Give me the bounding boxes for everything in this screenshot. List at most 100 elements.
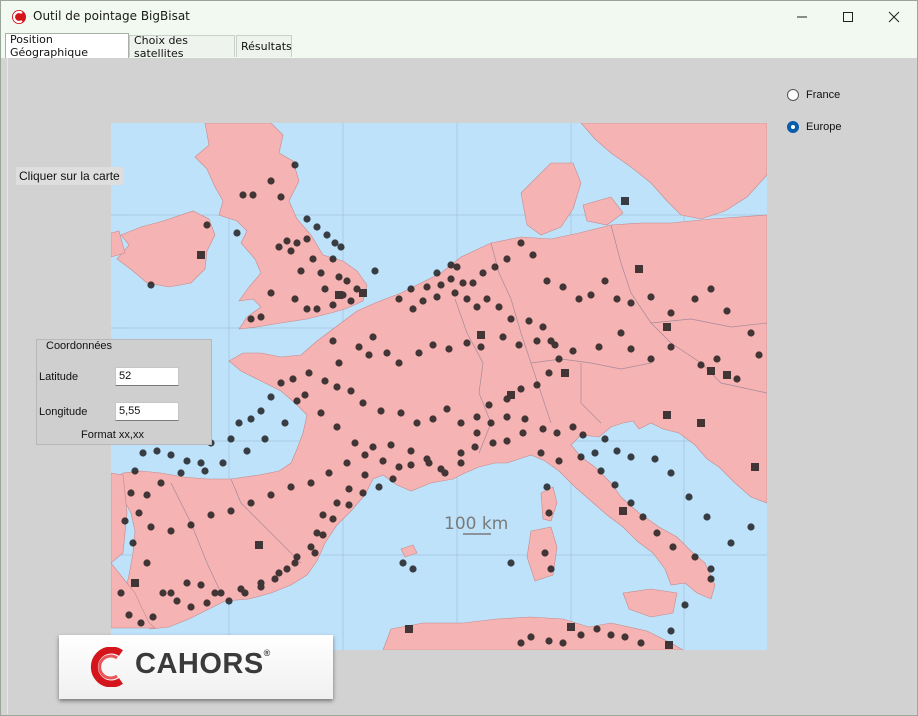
map-marker-dot[interactable] (637, 639, 645, 647)
map-marker-dot[interactable] (503, 413, 511, 421)
map-marker-dot[interactable] (575, 295, 583, 303)
map-marker-dot[interactable] (267, 289, 275, 297)
map-marker-dot[interactable] (167, 589, 175, 597)
map-marker-dot[interactable] (395, 295, 403, 303)
map-marker-dot[interactable] (525, 317, 533, 325)
radio-europe-indicator[interactable] (787, 121, 799, 133)
map-marker-dot[interactable] (277, 193, 285, 201)
map-marker-dot[interactable] (307, 543, 315, 551)
map-marker-dot[interactable] (473, 413, 481, 421)
map-marker-dot[interactable] (707, 565, 715, 573)
map-marker-dot[interactable] (555, 355, 563, 363)
map-marker-dot[interactable] (597, 467, 605, 475)
map-marker-dot[interactable] (247, 499, 255, 507)
map-marker-dot[interactable] (627, 299, 635, 307)
map-marker-dot[interactable] (627, 499, 635, 507)
map-marker-dot[interactable] (545, 369, 553, 377)
map-marker-dot[interactable] (311, 549, 319, 557)
map-marker-dot[interactable] (347, 387, 355, 395)
longitude-field[interactable]: 5,55 (115, 402, 179, 421)
map-marker-dot[interactable] (359, 489, 367, 497)
map-marker-dot[interactable] (425, 459, 433, 467)
map-marker-dot[interactable] (489, 439, 497, 447)
map-marker-dot[interactable] (371, 267, 379, 275)
map-marker-dot[interactable] (247, 315, 255, 323)
map-marker-dot[interactable] (441, 469, 449, 477)
map-marker-dot[interactable] (545, 509, 553, 517)
map-marker-dot[interactable] (337, 243, 345, 251)
map-marker-dot[interactable] (219, 459, 227, 467)
map-marker-dot[interactable] (543, 277, 551, 285)
map-marker-dot[interactable] (723, 307, 731, 315)
map-marker-dot[interactable] (691, 295, 699, 303)
map-marker-square[interactable] (561, 369, 569, 377)
radio-europe[interactable]: Europe (787, 121, 841, 133)
map-marker-dot[interactable] (533, 337, 541, 345)
map-marker-dot[interactable] (305, 369, 313, 377)
map-marker-dot[interactable] (293, 239, 301, 247)
map-marker-dot[interactable] (703, 513, 711, 521)
map-marker-dot[interactable] (667, 627, 675, 635)
map-marker-dot[interactable] (157, 479, 165, 487)
map-marker-dot[interactable] (369, 333, 377, 341)
map-marker-dot[interactable] (607, 631, 615, 639)
map-marker-square[interactable] (131, 579, 139, 587)
map-marker-dot[interactable] (621, 633, 629, 641)
map-marker-dot[interactable] (429, 341, 437, 349)
map-marker-dot[interactable] (395, 463, 403, 471)
map-marker-dot[interactable] (433, 293, 441, 301)
map-marker-dot[interactable] (271, 575, 279, 583)
map-marker-dot[interactable] (545, 637, 553, 645)
map-marker-dot[interactable] (483, 295, 491, 303)
map-marker-dot[interactable] (409, 565, 417, 573)
map-marker-dot[interactable] (227, 435, 235, 443)
map-marker-dot[interactable] (313, 529, 321, 537)
map-marker-dot[interactable] (451, 289, 459, 297)
map-marker-dot[interactable] (233, 229, 241, 237)
map-marker-dot[interactable] (593, 625, 601, 633)
map-marker-dot[interactable] (727, 539, 735, 547)
tab-resultats[interactable]: Résultats (236, 35, 292, 57)
map-marker-dot[interactable] (473, 429, 481, 437)
map-marker-dot[interactable] (187, 603, 195, 611)
map-marker-dot[interactable] (313, 305, 321, 313)
map-marker-dot[interactable] (369, 443, 377, 451)
map-marker-dot[interactable] (463, 339, 471, 347)
map-marker-square[interactable] (405, 625, 413, 633)
map-marker-dot[interactable] (459, 279, 467, 287)
map-marker-dot[interactable] (651, 455, 659, 463)
map-marker-dot[interactable] (325, 469, 333, 477)
map-marker-dot[interactable] (309, 255, 317, 263)
map-marker-dot[interactable] (147, 523, 155, 531)
map-marker-dot[interactable] (579, 431, 587, 439)
map-marker-dot[interactable] (257, 583, 265, 591)
map-marker-dot[interactable] (147, 281, 155, 289)
map-marker-dot[interactable] (517, 385, 525, 393)
map-marker-dot[interactable] (293, 397, 301, 405)
map-marker-dot[interactable] (503, 255, 511, 263)
map-marker-dot[interactable] (487, 419, 495, 427)
map-marker-dot[interactable] (433, 269, 441, 277)
map-marker-dot[interactable] (471, 443, 479, 451)
map-marker-dot[interactable] (527, 633, 535, 641)
map-marker-dot[interactable] (543, 483, 551, 491)
map-marker-dot[interactable] (303, 305, 311, 313)
map-marker-dot[interactable] (613, 295, 621, 303)
map-marker-square[interactable] (697, 419, 705, 427)
map-marker-dot[interactable] (291, 295, 299, 303)
map-marker-dot[interactable] (207, 511, 215, 519)
map-marker-dot[interactable] (343, 459, 351, 467)
map-marker-dot[interactable] (409, 305, 417, 313)
close-button[interactable] (871, 1, 917, 33)
map-marker-dot[interactable] (707, 285, 715, 293)
map-marker-dot[interactable] (355, 343, 363, 351)
map-marker-dot[interactable] (447, 275, 455, 283)
map-marker-dot[interactable] (303, 235, 311, 243)
map-marker-square[interactable] (665, 641, 673, 649)
map-marker-dot[interactable] (125, 611, 133, 619)
map-marker-dot[interactable] (379, 457, 387, 465)
map-marker-dot[interactable] (533, 381, 541, 389)
map-marker-dot[interactable] (343, 277, 351, 285)
map-marker-dot[interactable] (477, 343, 485, 351)
map-marker-square[interactable] (621, 197, 629, 205)
